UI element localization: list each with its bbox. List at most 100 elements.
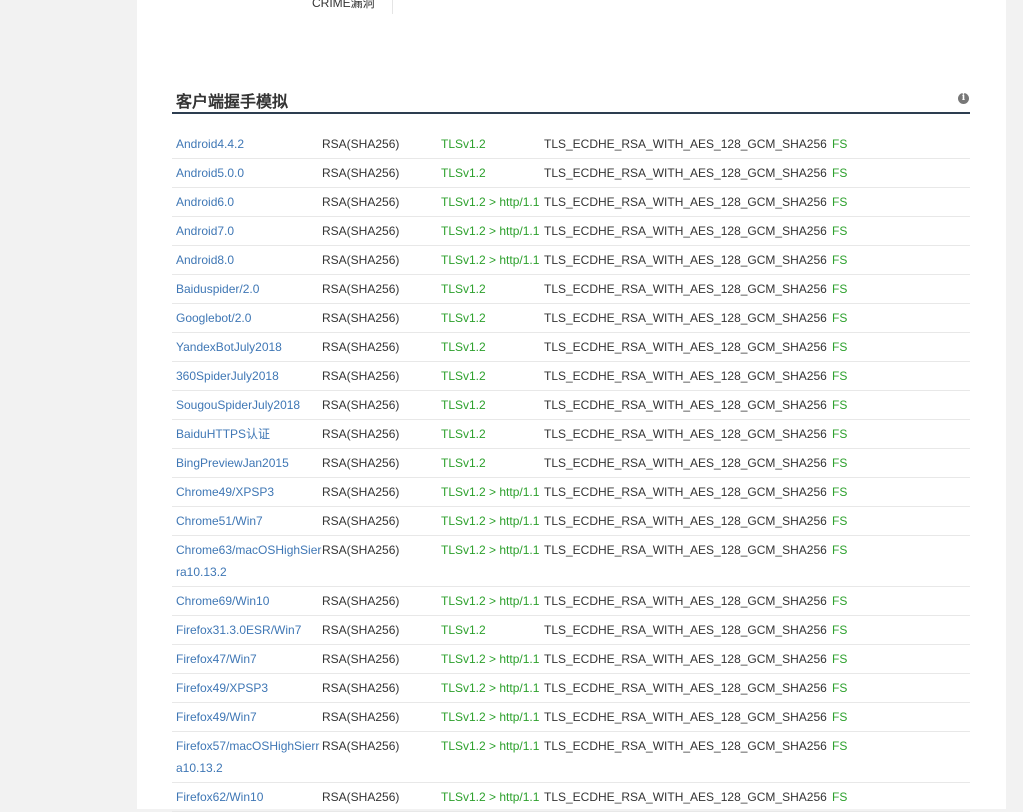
table-row: Chrome49/XPSP3 RSA(SHA256) TLSv1.2 > http/…	[172, 478, 970, 507]
cipher-suite-cell: TLS_ECDHE_RSA_WITH_AES_128_GCM_SHA256	[544, 253, 827, 267]
table-row: Android8.0 RSA(SHA256) TLSv1.2 > http/1.1 T…	[172, 246, 970, 275]
cipher-suite-cell: TLS_ECDHE_RSA_WITH_AES_128_GCM_SHA256	[544, 369, 827, 383]
client-name-link[interactable]: Chrome49/XPSP3	[172, 485, 322, 500]
certificate-cell: RSA(SHA256)	[322, 427, 400, 441]
protocol-cell: TLSv1.2 > http/1.1	[441, 739, 540, 753]
cipher-suite-cell: TLS_ECDHE_RSA_WITH_AES_128_GCM_SHA256	[544, 594, 827, 608]
column-divider	[392, 0, 393, 14]
certificate-cell: RSA(SHA256)	[322, 166, 400, 180]
forward-secrecy-badge: FS	[832, 739, 848, 753]
cipher-suite-cell: TLS_ECDHE_RSA_WITH_AES_128_GCM_SHA256	[544, 543, 827, 557]
protocol-cell: TLSv1.2	[441, 456, 486, 470]
client-name-link[interactable]: Firefox49/Win7	[172, 710, 322, 725]
client-name-link[interactable]: Firefox49/XPSP3	[172, 681, 322, 696]
protocol-cell: TLSv1.2 > http/1.1	[441, 514, 540, 528]
client-name-link[interactable]: Android4.4.2	[172, 137, 322, 152]
table-row: SougouSpiderJuly2018 RSA(SHA256) TLSv1.2 TL…	[172, 391, 970, 420]
forward-secrecy-badge: FS	[832, 137, 848, 151]
table-row: BaiduHTTPS认证 RSA(SHA256) TLSv1.2 TLS_ECDHE_…	[172, 420, 970, 449]
cipher-suite-cell: TLS_ECDHE_RSA_WITH_AES_128_GCM_SHA256	[544, 485, 827, 499]
table-row: Chrome63/macOSHighSierra10.13.2 RSA(SHA25…	[172, 536, 970, 587]
forward-secrecy-badge: FS	[832, 543, 848, 557]
client-name-link[interactable]: 360SpiderJuly2018	[172, 369, 322, 384]
certificate-cell: RSA(SHA256)	[322, 282, 400, 296]
cipher-suite-cell: TLS_ECDHE_RSA_WITH_AES_128_GCM_SHA256	[544, 652, 827, 666]
client-name-link[interactable]: BingPreviewJan2015	[172, 456, 322, 471]
cipher-suite-cell: TLS_ECDHE_RSA_WITH_AES_128_GCM_SHA256	[544, 195, 827, 209]
certificate-cell: RSA(SHA256)	[322, 739, 400, 753]
cipher-suite-cell: TLS_ECDHE_RSA_WITH_AES_128_GCM_SHA256	[544, 790, 827, 804]
protocol-cell: TLSv1.2 > http/1.1	[441, 543, 540, 557]
forward-secrecy-badge: FS	[832, 514, 848, 528]
client-name-link[interactable]: Firefox57/macOSHighSierra10.13.2	[172, 735, 322, 779]
client-name-link[interactable]: SougouSpiderJuly2018	[172, 398, 322, 413]
client-name-link[interactable]: Android5.0.0	[172, 166, 322, 181]
previous-section-row: CRIME漏洞	[175, 0, 375, 14]
client-name-link[interactable]: YandexBotJuly2018	[172, 340, 322, 355]
forward-secrecy-badge: FS	[832, 594, 848, 608]
protocol-cell: TLSv1.2 > http/1.1	[441, 224, 540, 238]
forward-secrecy-badge: FS	[832, 224, 848, 238]
cipher-suite-cell: TLS_ECDHE_RSA_WITH_AES_128_GCM_SHA256	[544, 137, 827, 151]
certificate-cell: RSA(SHA256)	[322, 456, 400, 470]
client-name-link[interactable]: Chrome63/macOSHighSierra10.13.2	[172, 539, 322, 583]
protocol-cell: TLSv1.2	[441, 427, 486, 441]
table-row: Firefox47/Win7 RSA(SHA256) TLSv1.2 > http/…	[172, 645, 970, 674]
table-row: Firefox62/Win10 RSA(SHA256) TLSv1.2 > http…	[172, 783, 970, 812]
table-row: Firefox31.3.0ESR/Win7 RSA(SHA256) TLSv1.2 T…	[172, 616, 970, 645]
client-name-link[interactable]: Chrome51/Win7	[172, 514, 322, 529]
cipher-suite-cell: TLS_ECDHE_RSA_WITH_AES_128_GCM_SHA256	[544, 681, 827, 695]
cipher-suite-cell: TLS_ECDHE_RSA_WITH_AES_128_GCM_SHA256	[544, 623, 827, 637]
protocol-cell: TLSv1.2 > http/1.1	[441, 195, 540, 209]
certificate-cell: RSA(SHA256)	[322, 652, 400, 666]
crime-vulnerability-label: CRIME漏洞	[312, 0, 375, 10]
forward-secrecy-badge: FS	[832, 456, 848, 470]
cipher-suite-cell: TLS_ECDHE_RSA_WITH_AES_128_GCM_SHA256	[544, 311, 827, 325]
client-name-link[interactable]: Baiduspider/2.0	[172, 282, 322, 297]
client-name-link[interactable]: Firefox62/Win10	[172, 790, 322, 805]
title-underline	[172, 112, 970, 114]
protocol-cell: TLSv1.2 > http/1.1	[441, 594, 540, 608]
table-row: BingPreviewJan2015 RSA(SHA256) TLSv1.2 TLS_…	[172, 449, 970, 478]
cipher-suite-cell: TLS_ECDHE_RSA_WITH_AES_128_GCM_SHA256	[544, 398, 827, 412]
forward-secrecy-badge: FS	[832, 427, 848, 441]
client-name-link[interactable]: Googlebot/2.0	[172, 311, 322, 326]
cipher-suite-cell: TLS_ECDHE_RSA_WITH_AES_128_GCM_SHA256	[544, 739, 827, 753]
client-name-link[interactable]: BaiduHTTPS认证	[172, 427, 322, 442]
protocol-cell: TLSv1.2 > http/1.1	[441, 790, 540, 804]
cipher-suite-cell: TLS_ECDHE_RSA_WITH_AES_128_GCM_SHA256	[544, 514, 827, 528]
certificate-cell: RSA(SHA256)	[322, 253, 400, 267]
cipher-suite-cell: TLS_ECDHE_RSA_WITH_AES_128_GCM_SHA256	[544, 166, 827, 180]
forward-secrecy-badge: FS	[832, 710, 848, 724]
certificate-cell: RSA(SHA256)	[322, 340, 400, 354]
forward-secrecy-badge: FS	[832, 485, 848, 499]
forward-secrecy-badge: FS	[832, 195, 848, 209]
client-name-link[interactable]: Android8.0	[172, 253, 322, 268]
certificate-cell: RSA(SHA256)	[322, 485, 400, 499]
cipher-suite-cell: TLS_ECDHE_RSA_WITH_AES_128_GCM_SHA256	[544, 710, 827, 724]
protocol-cell: TLSv1.2 > http/1.1	[441, 652, 540, 666]
forward-secrecy-badge: FS	[832, 311, 848, 325]
cipher-suite-cell: TLS_ECDHE_RSA_WITH_AES_128_GCM_SHA256	[544, 427, 827, 441]
client-name-link[interactable]: Android6.0	[172, 195, 322, 210]
table-row: Chrome69/Win10 RSA(SHA256) TLSv1.2 > http/…	[172, 587, 970, 616]
client-name-link[interactable]: Firefox31.3.0ESR/Win7	[172, 623, 322, 638]
info-icon[interactable]: i	[958, 93, 969, 104]
protocol-cell: TLSv1.2	[441, 340, 486, 354]
forward-secrecy-badge: FS	[832, 681, 848, 695]
table-row: Googlebot/2.0 RSA(SHA256) TLSv1.2 TLS_ECDHE…	[172, 304, 970, 333]
forward-secrecy-badge: FS	[832, 340, 848, 354]
cipher-suite-cell: TLS_ECDHE_RSA_WITH_AES_128_GCM_SHA256	[544, 456, 827, 470]
table-row: YandexBotJuly2018 RSA(SHA256) TLSv1.2 TLS_E…	[172, 333, 970, 362]
client-name-link[interactable]: Chrome69/Win10	[172, 594, 322, 609]
table-row: Android4.4.2 RSA(SHA256) TLSv1.2 TLS_ECDHE_…	[172, 130, 970, 159]
client-name-link[interactable]: Android7.0	[172, 224, 322, 239]
client-handshake-table: Android4.4.2 RSA(SHA256) TLSv1.2 TLS_ECDHE_…	[172, 130, 970, 812]
certificate-cell: RSA(SHA256)	[322, 710, 400, 724]
certificate-cell: RSA(SHA256)	[322, 137, 400, 151]
table-row: Android7.0 RSA(SHA256) TLSv1.2 > http/1.1 T…	[172, 217, 970, 246]
client-name-link[interactable]: Firefox47/Win7	[172, 652, 322, 667]
table-row: Chrome51/Win7 RSA(SHA256) TLSv1.2 > http/1…	[172, 507, 970, 536]
table-row: Android5.0.0 RSA(SHA256) TLSv1.2 TLS_ECDHE_…	[172, 159, 970, 188]
cipher-suite-cell: TLS_ECDHE_RSA_WITH_AES_128_GCM_SHA256	[544, 282, 827, 296]
